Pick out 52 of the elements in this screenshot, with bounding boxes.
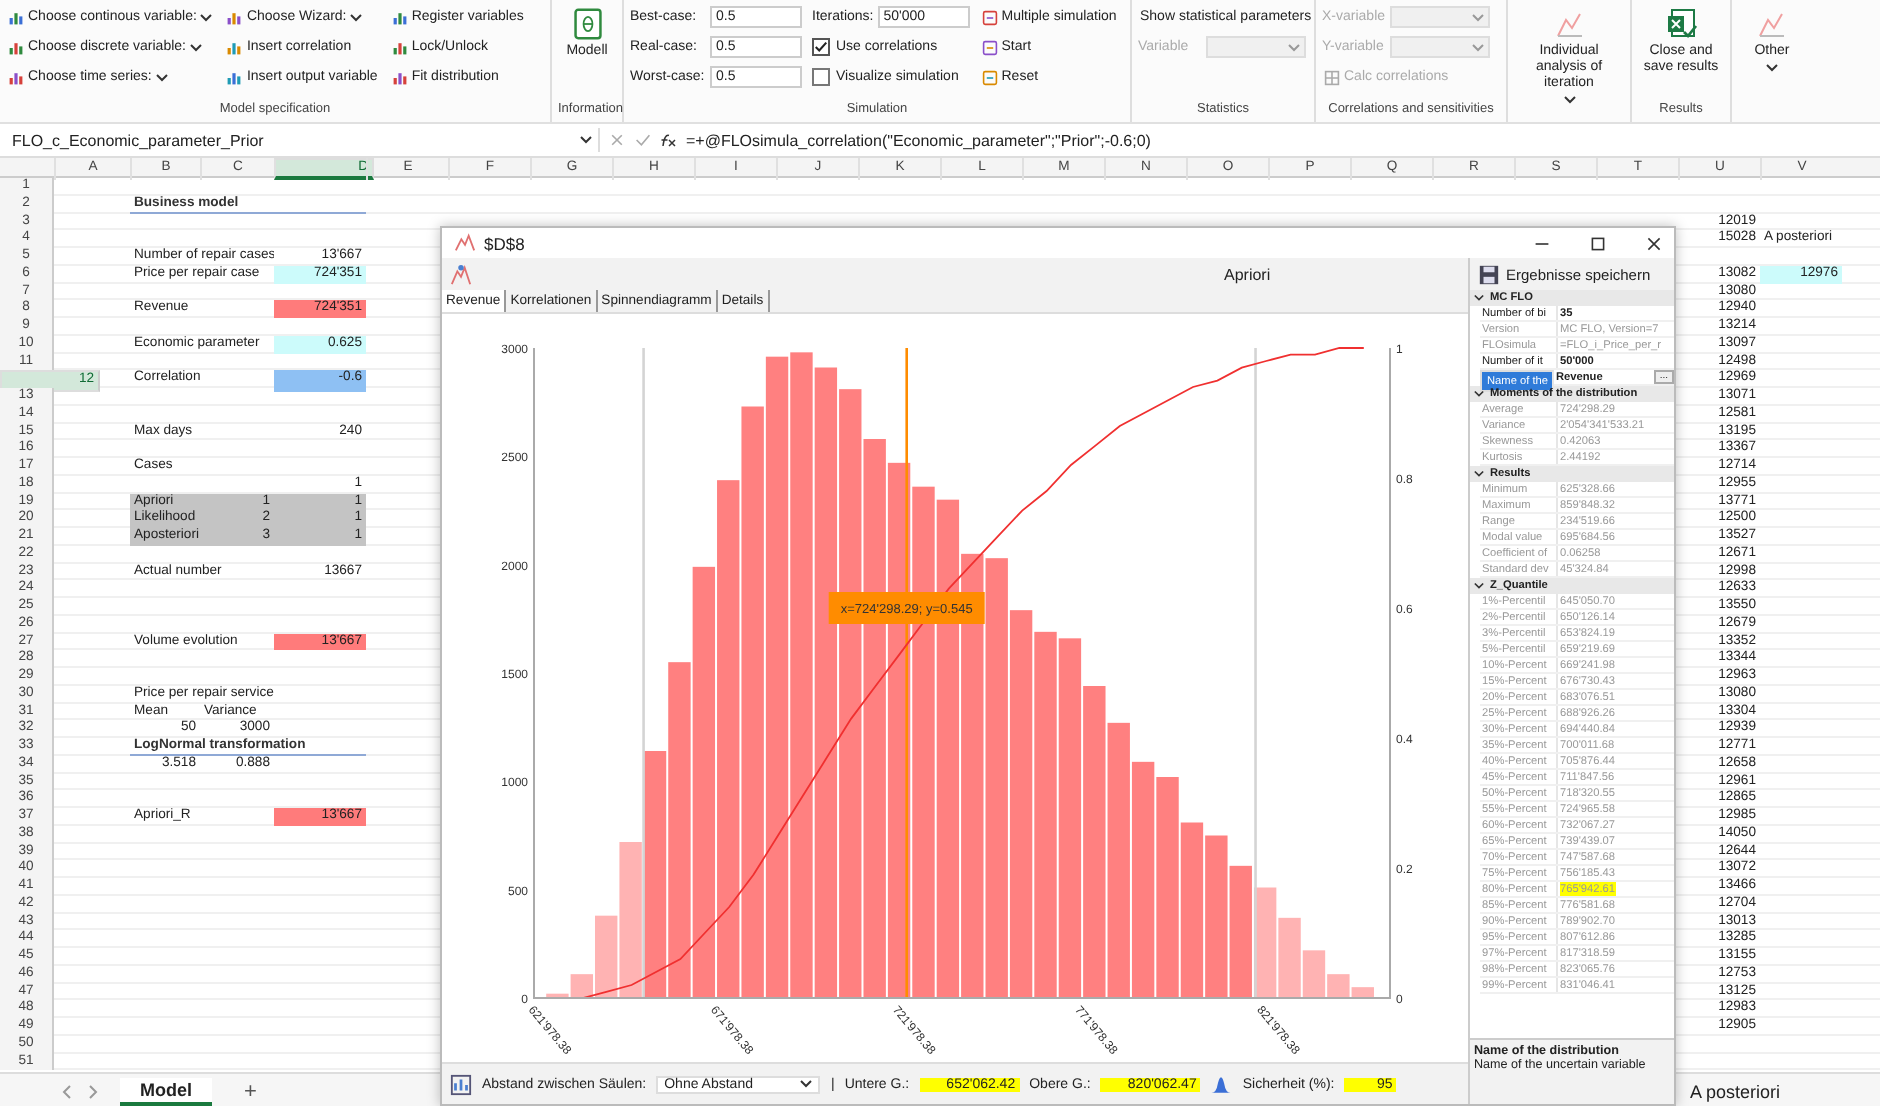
sheet-nav-icon[interactable] [60,1083,100,1099]
caret-icon [1766,64,1778,72]
caret-icon [580,136,592,144]
save-icon [1478,263,1500,285]
square-icon [981,69,998,85]
formula-field[interactable]: =+@FLOsimula_correlation("Economic_parameter";"Prior";-0.6;0) [686,131,1880,149]
chart-icon [454,232,476,254]
bar-chart-icon [8,9,24,25]
bar-chart-icon [391,9,408,25]
chart-icon[interactable] [450,263,472,285]
square-icon [981,9,998,25]
chart-icon [1756,8,1788,40]
close-icon[interactable] [1646,235,1662,251]
bar-chart-icon [391,69,408,85]
bar-chart-icon[interactable] [450,1073,472,1095]
sheet-tab[interactable]: Model [120,1077,212,1105]
checkbox[interactable] [812,38,830,56]
bar-chart-icon [226,9,243,25]
maximize-icon[interactable] [1590,235,1606,251]
book-icon [571,8,603,40]
name-box[interactable]: FLO_c_Economic_parameter_Prior [6,128,600,152]
checkbox[interactable] [812,68,830,86]
caret-icon [200,13,213,21]
collapse-icon[interactable] [1474,390,1484,398]
bar-chart-icon [8,39,24,55]
grid-icon [1324,69,1340,85]
chart-icon [1553,8,1585,40]
caret-icon [190,43,202,51]
checkmark-icon[interactable] [634,132,652,148]
bell-curve-icon[interactable] [1210,1073,1233,1095]
caret-icon [155,73,168,81]
caret-icon [800,1080,813,1088]
bar-chart-icon [8,69,24,85]
collapse-icon[interactable] [1474,582,1484,590]
bar-chart-icon [226,39,243,55]
window-title: $D$8 [484,233,525,253]
square-icon [981,39,998,55]
function-icon[interactable] [660,132,678,148]
bar-chart-icon [226,69,243,85]
caret-icon [350,13,363,21]
caret-icon [1288,43,1300,51]
collapse-icon[interactable] [1474,294,1484,302]
histogram-bar [1229,865,1252,998]
spreadsheet-icon [1665,8,1697,40]
sheet-tab[interactable]: A posteriori [1669,1079,1800,1103]
caret-icon [1472,13,1484,21]
add-sheet-button[interactable]: + [232,1077,269,1105]
collapse-icon[interactable] [1474,470,1484,478]
caret-icon [1563,96,1575,104]
distribution-label: Apriori [1224,265,1271,283]
caret-icon [1472,43,1484,51]
bar-chart-icon [391,39,408,55]
